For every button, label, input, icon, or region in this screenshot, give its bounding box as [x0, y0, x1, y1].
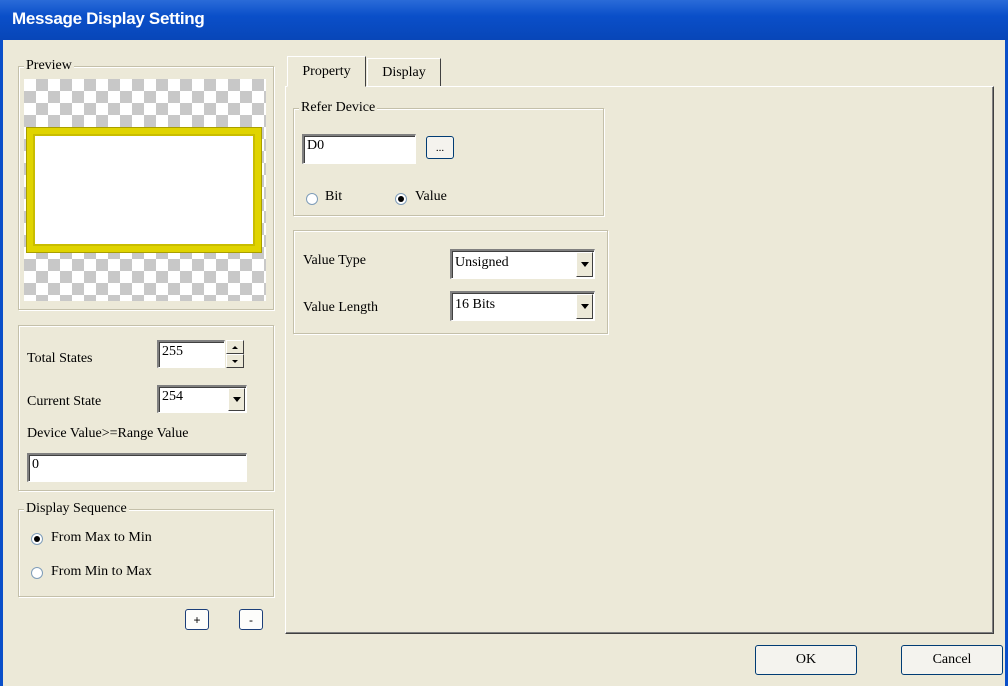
chevron-down-icon[interactable] — [576, 252, 593, 277]
tab-display[interactable]: Display — [367, 58, 441, 87]
value-type-combo[interactable]: Unsigned — [450, 249, 595, 279]
value-length-combo[interactable]: 16 Bits — [450, 291, 595, 321]
display-sequence-legend: Display Sequence — [24, 501, 129, 517]
range-value-label: Device Value>=Range Value — [27, 426, 189, 441]
value-label: Value — [415, 189, 447, 204]
refer-device-input[interactable]: D0 — [302, 134, 416, 164]
value-radio[interactable] — [395, 193, 407, 205]
remove-state-button[interactable]: - — [239, 609, 263, 630]
value-type-value: Unsigned — [455, 255, 509, 270]
bit-radio[interactable] — [306, 193, 318, 205]
chevron-down-icon[interactable] — [228, 388, 245, 411]
preview-group: Preview — [18, 58, 274, 310]
total-states-spinner[interactable] — [226, 340, 244, 368]
preview-legend: Preview — [24, 58, 74, 74]
cancel-button[interactable]: Cancel — [901, 645, 1003, 675]
window-title: Message Display Setting — [12, 9, 205, 28]
ok-button[interactable]: OK — [755, 645, 857, 675]
min-to-max-radio[interactable] — [31, 567, 43, 579]
value-length-value: 16 Bits — [455, 297, 496, 312]
total-states-input[interactable]: 255 — [157, 340, 225, 368]
current-state-value: 254 — [162, 389, 183, 404]
max-to-min-radio[interactable] — [31, 533, 43, 545]
current-state-label: Current State — [27, 394, 102, 409]
display-sequence-group: Display Sequence — [18, 501, 274, 597]
spin-up-button[interactable] — [226, 340, 244, 354]
title-bar: Message Display Setting — [0, 0, 1008, 40]
value-length-label: Value Length — [303, 300, 379, 315]
browse-device-button[interactable]: ... — [426, 136, 454, 159]
max-to-min-label: From Max to Min — [51, 530, 152, 545]
add-state-button[interactable]: + — [185, 609, 209, 630]
preview-canvas — [24, 79, 266, 301]
range-value-input[interactable]: 0 — [27, 453, 247, 482]
min-to-max-label: From Min to Max — [51, 564, 152, 579]
spin-down-button[interactable] — [226, 354, 244, 368]
refer-device-legend: Refer Device — [299, 100, 378, 116]
current-state-combo[interactable]: 254 — [157, 385, 247, 413]
total-states-label: Total States — [27, 351, 93, 366]
chevron-down-icon[interactable] — [576, 294, 593, 319]
value-type-label: Value Type — [303, 253, 366, 268]
bit-label: Bit — [325, 189, 343, 204]
preview-message-box — [27, 128, 261, 252]
tab-property[interactable]: Property — [287, 56, 366, 87]
